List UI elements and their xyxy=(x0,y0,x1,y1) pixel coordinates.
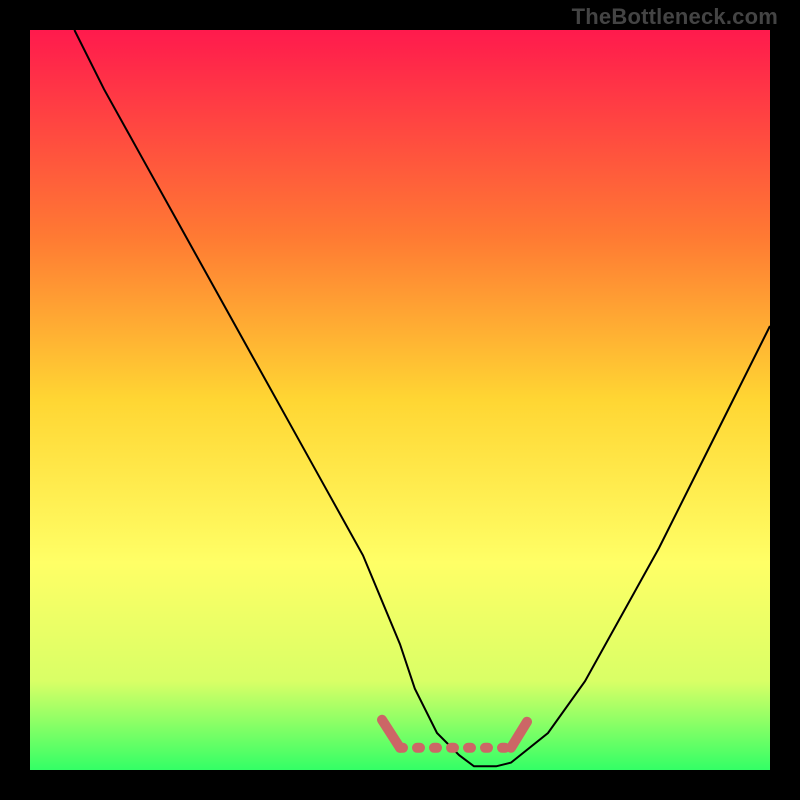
gradient-background xyxy=(30,30,770,770)
plot-area xyxy=(30,30,770,770)
bottleneck-chart xyxy=(30,30,770,770)
watermark-text: TheBottleneck.com xyxy=(572,4,778,30)
chart-frame: TheBottleneck.com xyxy=(0,0,800,800)
